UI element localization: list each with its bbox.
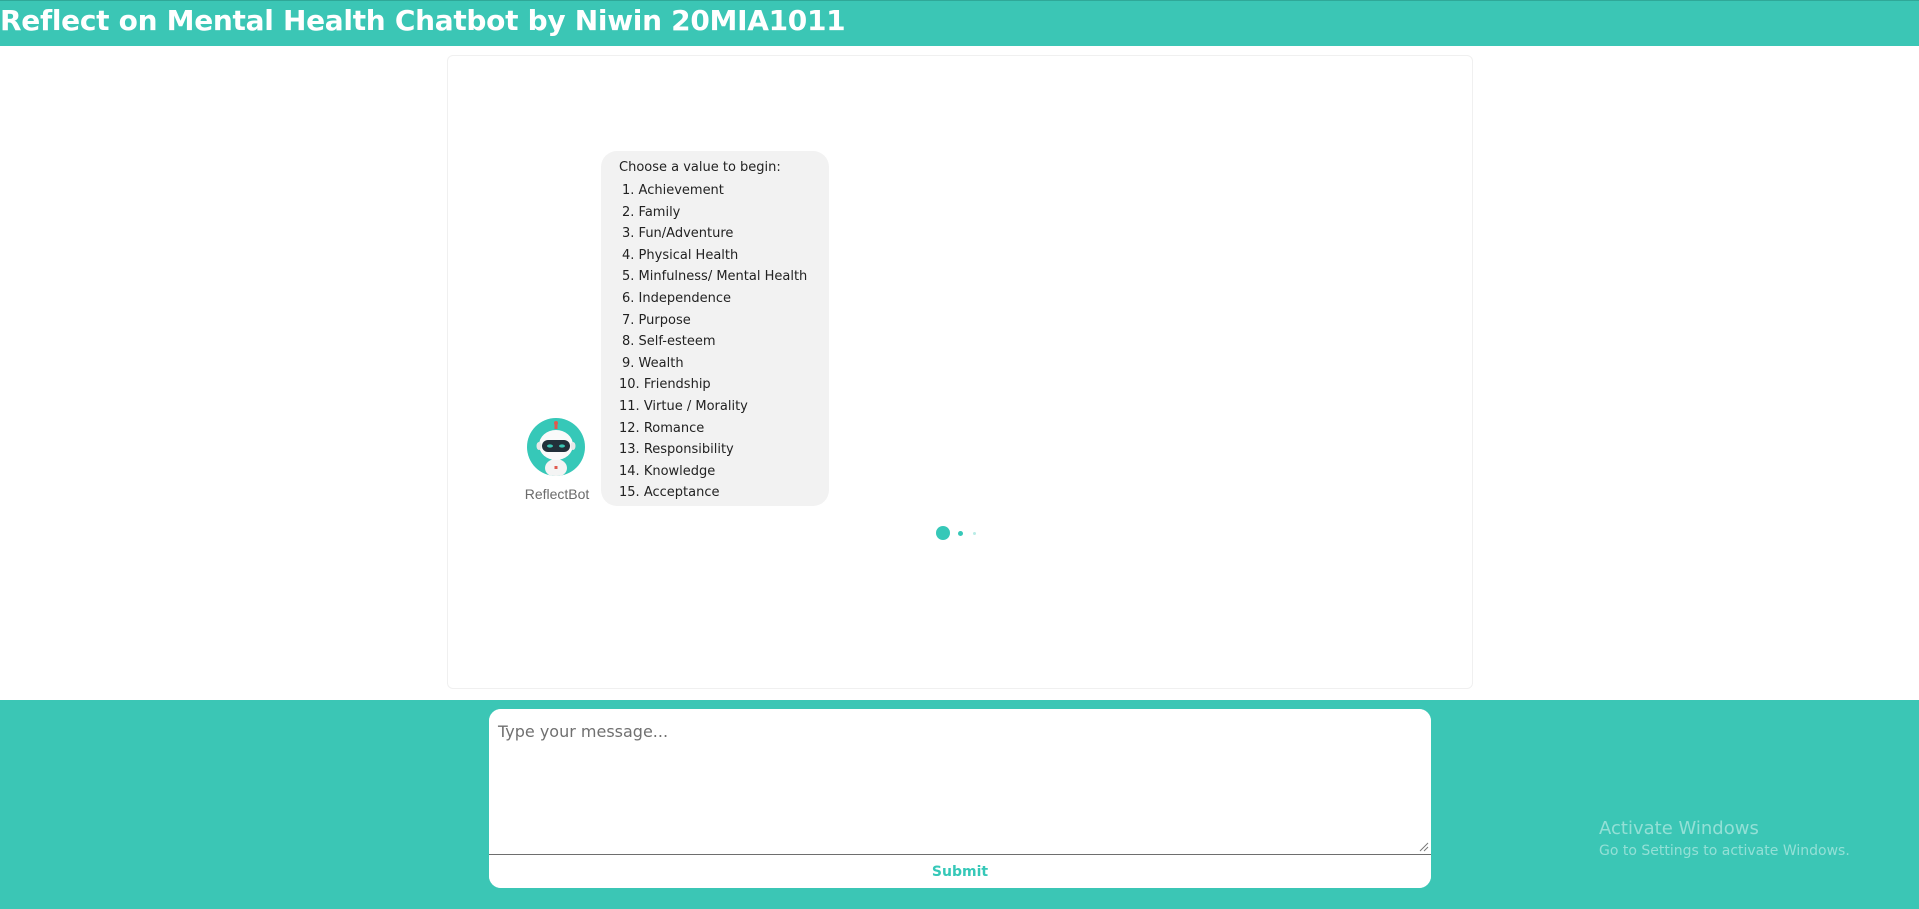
- list-item: 12. Romance: [619, 420, 705, 436]
- robot-icon: [527, 418, 585, 476]
- message-intro: Choose a value to begin:: [619, 160, 781, 175]
- typing-indicator: [936, 526, 984, 540]
- message-composer: Submit: [489, 709, 1431, 888]
- list-item: 15. Acceptance: [619, 485, 720, 501]
- list-item: 4. Physical Health: [622, 247, 739, 263]
- list-item: 6. Independence: [622, 290, 731, 306]
- list-item: 2. Family: [622, 204, 681, 220]
- resize-handle-icon[interactable]: [1419, 842, 1429, 852]
- list-item: 9. Wealth: [622, 355, 684, 371]
- list-item: 11. Virtue / Morality: [619, 398, 748, 414]
- list-item: 14. Knowledge: [619, 463, 716, 479]
- page-title: Reflect on Mental Health Chatbot by Niwi…: [0, 4, 846, 37]
- list-item: 10. Friendship: [619, 377, 711, 393]
- app-header: Reflect on Mental Health Chatbot by Niwi…: [0, 0, 1919, 46]
- list-item: 1. Achievement: [622, 183, 724, 198]
- typing-dot: [958, 531, 963, 536]
- bot-message-bubble: Choose a value to begin: 1. Achievement …: [601, 151, 829, 506]
- watermark-subtitle: Go to Settings to activate Windows.: [1599, 843, 1850, 859]
- list-item: 13. Responsibility: [619, 442, 734, 458]
- list-item: 5. Minfulness/ Mental Health: [622, 269, 808, 285]
- list-item: 8. Self-esteem: [622, 334, 716, 350]
- typing-dot: [973, 532, 976, 535]
- message-input[interactable]: [489, 709, 1431, 855]
- list-item: 3. Fun/Adventure: [622, 226, 734, 242]
- typing-dot: [936, 526, 950, 540]
- submit-button[interactable]: Submit: [489, 856, 1431, 888]
- watermark-title: Activate Windows: [1599, 818, 1759, 839]
- list-item: 7. Purpose: [622, 312, 691, 328]
- bot-name: ReflectBot: [524, 486, 590, 502]
- windows-activation-watermark: Activate Windows Go to Settings to activ…: [1599, 817, 1850, 861]
